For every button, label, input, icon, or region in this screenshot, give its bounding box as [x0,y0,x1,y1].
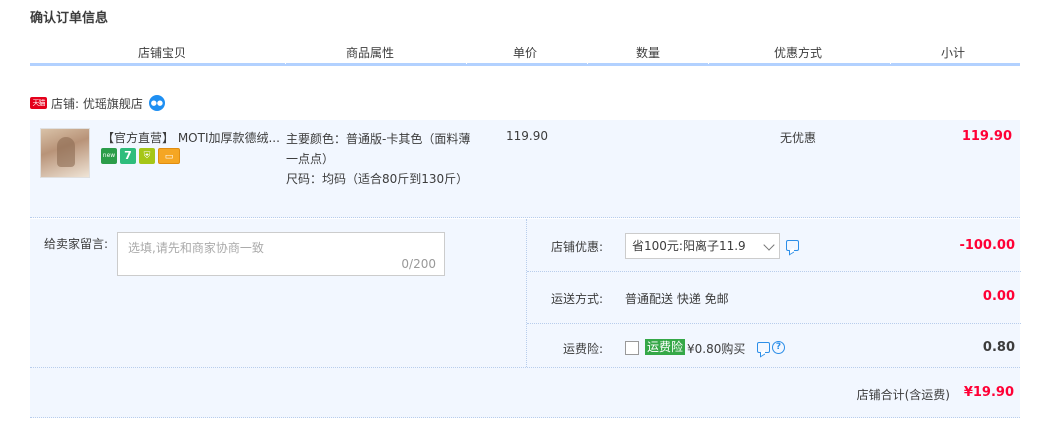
shipping-row: 运送方式: 普通配送 快递 免邮 0.00 [527,272,1021,324]
shop-discount-select[interactable]: 省100元:阳离子11.9 [625,233,780,259]
insurance-checkbox[interactable] [625,341,639,355]
column-header: 店铺宝贝 商品属性 单价 数量 优惠方式 小计 [30,44,1020,66]
new-badge-icon[interactable]: new [101,148,117,164]
service-badges: new 7 ⛨ ▭ [101,148,180,164]
column-subtotal: 小计 [940,46,965,60]
shop-discount-selected: 省100元:阳离子11.9 [632,239,746,253]
attribute-color: 主要颜色：普通版-卡其色（面料薄一点点） [286,132,471,166]
column-unit-price: 单价 [512,46,537,60]
tmall-icon: 天猫 [30,97,47,109]
shipping-label: 运送方式: [550,292,603,306]
shop-discount-row: 店铺优惠: 省100元:阳离子11.9 -100.00 [527,219,1021,272]
seller-message-label: 给卖家留言: [44,237,109,251]
shop-name-link[interactable]: 店铺: 优瑶旗舰店 [51,95,143,112]
insurance-label: 运费险: [562,342,603,356]
insurance-price-text: ¥0.80购买 [687,342,746,356]
column-shop-item: 店铺宝贝 [137,46,186,60]
column-divider [890,61,891,64]
seller-message-count: 0/200 [401,257,436,271]
chevron-down-icon [763,239,775,251]
product-title-link[interactable]: 【官方直营】 MOTI加厚款德绒... [102,129,280,146]
column-divider [466,61,467,64]
page-title: 确认订单信息 [30,11,109,26]
shop-discount-value: -100.00 [959,238,1015,253]
column-quantity: 数量 [635,46,660,60]
help-icon[interactable]: ? [772,341,785,354]
order-item-row: 【官方直营】 MOTI加厚款德绒... new 7 ⛨ ▭ 主要颜色：普通版-卡… [30,120,1020,218]
shipping-method: 普通配送 快递 免邮 [625,292,729,306]
product-thumbnail[interactable] [40,128,90,178]
shop-total-row: 店铺合计(含运费) ¥19.90 [30,367,1020,418]
shop-total-label: 店铺合计(含运费) [856,388,950,402]
shield-guarantee-icon[interactable]: ⛨ [139,148,155,164]
column-attributes: 商品属性 [345,46,394,60]
seller-message-input[interactable]: 选填,请先和商家协商一致 0/200 [117,232,445,276]
column-divider [708,61,709,64]
unit-price: 119.90 [506,129,548,143]
comment-icon[interactable] [786,240,799,251]
column-discount: 优惠方式 [773,46,822,60]
insurance-badge: 运费险 [645,339,686,355]
order-options-block: 给卖家留言: 选填,请先和商家协商一致 0/200 店铺优惠: 省100元:阳离… [30,219,1021,367]
insurance-value: 0.80 [982,340,1015,355]
discount-method: 无优惠 [780,131,817,145]
shop-total-value: ¥19.90 [963,385,1014,400]
product-attributes: 主要颜色：普通版-卡其色（面料薄一点点） 尺码：均码（适合80斤到130斤） [286,129,476,189]
seller-message-placeholder: 选填,请先和商家协商一致 [128,241,264,255]
credit-card-icon[interactable]: ▭ [158,148,180,164]
comment-icon[interactable] [757,342,770,353]
wangwang-chat-icon[interactable]: ●● [148,95,165,111]
shipping-value: 0.00 [982,289,1015,304]
item-subtotal: 119.90 [961,129,1012,144]
attribute-size: 尺码：均码（适合80斤到130斤） [286,172,469,186]
order-summary-panel: 店铺优惠: 省100元:阳离子11.9 -100.00 运送方式: 普通配送 快… [526,219,1021,367]
shop-discount-label: 店铺优惠: [550,240,603,254]
seven-days-return-icon[interactable]: 7 [120,148,136,164]
column-divider [587,61,588,64]
shop-line: 天猫 店铺: 优瑶旗舰店 ●● [30,95,165,111]
column-divider [285,61,286,64]
